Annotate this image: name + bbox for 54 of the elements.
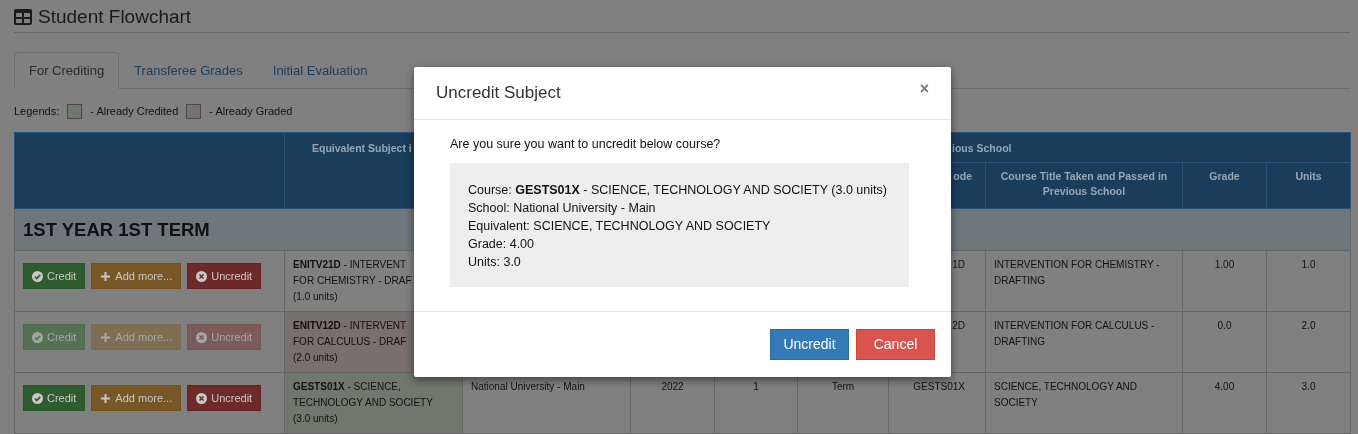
close-button[interactable]: × (919, 81, 929, 97)
table-cell: 3.0 (1266, 372, 1351, 434)
subject-text: (2.0 units) (293, 351, 339, 365)
check-circle-icon (32, 331, 43, 343)
detail-line: Units: 3.0 (468, 253, 522, 271)
tab[interactable]: Transferee Grades (119, 52, 258, 89)
x-circle-icon (196, 392, 208, 404)
page-title: Student Flowchart (38, 7, 192, 27)
add-button[interactable]: Add more... (91, 385, 182, 411)
table-cell: SCIENCE, TECHNOLOGY AND SOCIETY (985, 372, 1183, 434)
plus-icon (100, 270, 112, 282)
credit-button[interactable]: Credit (23, 263, 86, 289)
table-cell: 0.0 (1182, 311, 1267, 373)
subject-text: TECHNOLOGY AND SOCIETY (293, 396, 434, 410)
table-cell: INTERVENTION FOR CHEMISTRY - DRAFTING (985, 250, 1183, 312)
detail-line: Course: GESTS01X - SCIENCE, TECHNOLOGY AND SOCIETY (3.0 units) (468, 181, 888, 199)
table-cell: 1.00 (1182, 250, 1267, 312)
plus-icon (100, 392, 112, 404)
column-header: Course Title Taken and Passed in Previous School (985, 162, 1183, 209)
table-cell: INTERVENTION FOR CALCULUS - DRAFTING (985, 311, 1183, 373)
subject-text: (1.0 units) (293, 290, 339, 304)
legend-text: - Already Credited (90, 103, 179, 119)
plus-icon (100, 331, 112, 343)
x-circle-icon (196, 331, 208, 343)
table-cell: 2.0 (1266, 311, 1351, 373)
tab[interactable]: For Crediting (14, 52, 120, 89)
detail-line: Grade: 4.00 (468, 235, 535, 253)
table-cell: 1.0 (1266, 250, 1351, 312)
check-circle-icon (32, 392, 43, 404)
subject-text: (3.0 units) (293, 412, 339, 426)
column-header: Grade (1182, 162, 1267, 209)
subject-text: ENITV12D - INTERVENT (293, 319, 408, 333)
x-circle-icon (196, 270, 208, 282)
add-button[interactable]: Add more... (91, 263, 182, 289)
uncredit-button[interactable]: Uncredit (187, 263, 262, 289)
subject-text: FOR CALCULUS - DRAF (293, 335, 408, 349)
subject-text: GESTS01X - SCIENCE, (293, 380, 402, 394)
legend-text: - Already Graded (209, 103, 293, 119)
table-icon (14, 9, 32, 25)
dialog-title: Uncredit Subject (436, 82, 561, 105)
credit-button[interactable]: Credit (23, 385, 86, 411)
cancel-button[interactable]: Cancel (856, 328, 935, 360)
subject-text: FOR CHEMISTRY - DRAF (293, 274, 413, 288)
uncredit-button[interactable]: Uncredit (187, 385, 262, 411)
subject-text: ENITV21D - INTERVENT (293, 258, 408, 272)
column-header: Units (1266, 162, 1351, 209)
term-heading: 1ST YEAR 1ST TERM (23, 218, 210, 240)
table-cell: 4.00 (1182, 372, 1267, 434)
detail-line: School: National University - Main (468, 199, 657, 217)
legend-label: Legends: (14, 103, 60, 119)
detail-line: Equivalent: SCIENCE, TECHNOLOGY AND SOCIETY (468, 217, 772, 235)
tab[interactable]: Initial Evaluation (257, 52, 383, 89)
check-circle-icon (32, 270, 43, 282)
confirm-button[interactable]: Uncredit (770, 328, 849, 360)
